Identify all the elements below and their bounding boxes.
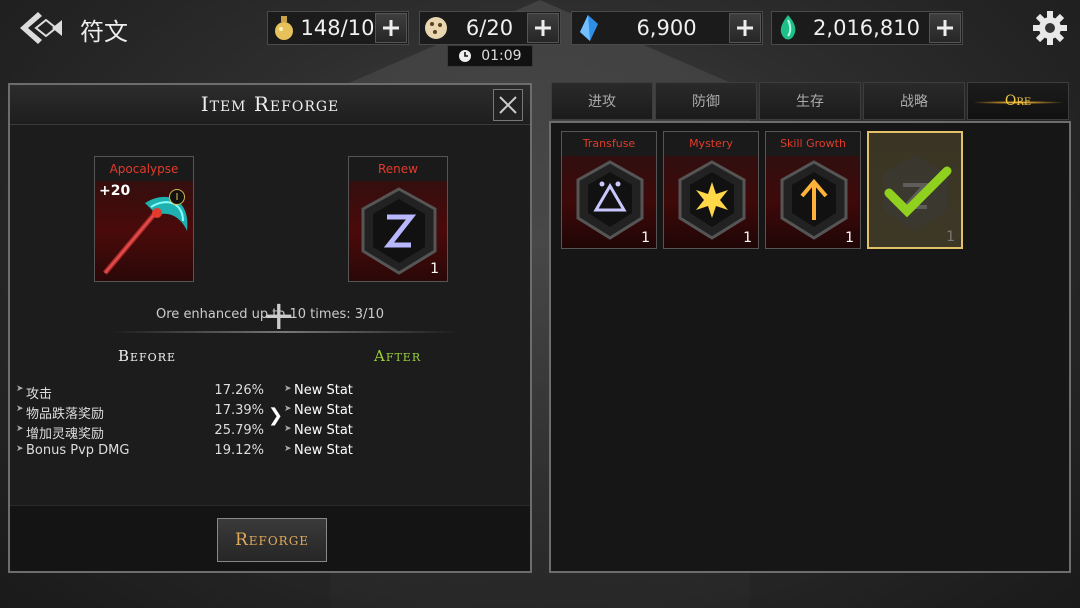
- ore-card-count: 1: [845, 230, 854, 246]
- potion-value: 148/10: [300, 16, 375, 40]
- add-blue-crystal-button[interactable]: [729, 13, 761, 43]
- refresh-timer: 01:09: [447, 45, 533, 67]
- bullet-icon: ➤: [284, 444, 292, 454]
- add-green-gem-button[interactable]: [929, 13, 961, 43]
- stat-after: New Stat: [294, 383, 353, 398]
- top-bar: 符文 148/10 6/20 6,900 2,016,810 01:09: [0, 0, 1080, 67]
- ore-card-count: 1: [641, 230, 650, 246]
- potion-resource: 148/10: [267, 11, 409, 45]
- stat-name: 物品跌落奖励: [26, 407, 105, 422]
- bullet-icon: ➤: [284, 384, 292, 394]
- green-gem-value: 2,016,810: [813, 16, 920, 40]
- stat-value: 17.39%: [214, 403, 264, 418]
- before-header: Before: [118, 347, 177, 365]
- ore-slot[interactable]: Renew 1: [348, 156, 448, 282]
- blue-crystal-icon: [572, 12, 604, 44]
- item-name: Apocalypse: [95, 157, 193, 181]
- stat-row: ➤ 攻击 17.26% ➤ New Stat: [14, 381, 514, 402]
- stat-name: 攻击: [26, 387, 53, 402]
- stats-list: ➤ 攻击 17.26% ➤ New Stat ➤ 物品跌落奖励 17.39% ➤…: [14, 381, 514, 461]
- bullet-icon: ➤: [16, 444, 24, 454]
- bullet-icon: ➤: [16, 404, 24, 414]
- stat-row: ➤ 物品跌落奖励 17.39% ➤ New Stat: [14, 401, 514, 422]
- panel-title: Item Reforge: [200, 92, 340, 116]
- tab-strategy[interactable]: 战略: [863, 82, 965, 120]
- clock-icon: [459, 50, 472, 62]
- tab-ore[interactable]: Ore: [967, 82, 1069, 120]
- ore-card-count: 1: [743, 230, 752, 246]
- dice-resource: 6/20: [419, 11, 561, 45]
- category-tabs: 进攻 防御 生存 战略 Ore: [551, 82, 1071, 120]
- ore-card-mystery[interactable]: Mystery 1: [663, 131, 759, 249]
- plus-icon: [937, 20, 953, 36]
- stat-value: 25.79%: [214, 423, 264, 438]
- add-dice-button[interactable]: [527, 13, 559, 43]
- bullet-icon: ➤: [284, 424, 292, 434]
- bullet-icon: ➤: [16, 384, 24, 394]
- after-header: After: [374, 347, 422, 365]
- item-slot[interactable]: Apocalypse +20 I: [94, 156, 194, 282]
- item-reforge-panel: Item Reforge Apocalypse +20 I + Renew 1 …: [8, 83, 532, 573]
- dice-value: 6/20: [465, 16, 514, 40]
- ore-card-count: 1: [946, 229, 955, 245]
- stat-value: 17.26%: [214, 383, 264, 398]
- ore-count: 1: [430, 261, 439, 277]
- reforge-button[interactable]: Reforge: [217, 518, 327, 562]
- ore-name: Renew: [349, 157, 447, 181]
- gear-icon: [1033, 11, 1067, 45]
- ore-card-transfuse[interactable]: Transfuse 1: [561, 131, 657, 249]
- plus-icon: [535, 20, 551, 36]
- tab-offense[interactable]: 进攻: [551, 82, 653, 120]
- stat-name: 增加灵魂奖励: [26, 427, 105, 442]
- ore-card-name: Skill Growth: [766, 132, 860, 156]
- bullet-icon: ➤: [284, 404, 292, 414]
- tab-defense[interactable]: 防御: [655, 82, 757, 120]
- chevron-right-icon: ❯: [268, 405, 284, 426]
- add-potion-button[interactable]: [375, 13, 407, 43]
- close-icon: [499, 96, 517, 114]
- settings-button[interactable]: [1030, 8, 1070, 48]
- tab-survival[interactable]: 生存: [759, 82, 861, 120]
- timer-value: 01:09: [481, 48, 522, 64]
- panel-header: Item Reforge: [10, 85, 530, 125]
- renew-rune-icon: [869, 141, 961, 233]
- item-tier-badge: I: [169, 189, 185, 205]
- potion-icon: [268, 12, 300, 44]
- ore-card-name: Transfuse: [562, 132, 656, 156]
- green-gem-icon: [772, 12, 804, 44]
- bullet-icon: ➤: [16, 424, 24, 434]
- stat-after: New Stat: [294, 423, 353, 438]
- item-level: +20: [99, 183, 131, 199]
- close-button[interactable]: [493, 89, 523, 121]
- plus-icon: [737, 20, 753, 36]
- enhance-info: Ore enhanced up to 10 times: 3/10: [156, 307, 384, 322]
- green-gem-resource: 2,016,810: [771, 11, 963, 45]
- page-title: 符文: [80, 18, 128, 46]
- panel-footer: Reforge: [10, 505, 530, 571]
- blue-crystal-resource: 6,900: [571, 11, 763, 45]
- ore-card-skill-growth[interactable]: Skill Growth 1: [765, 131, 861, 249]
- plus-icon: [383, 20, 399, 36]
- ore-card-name: Mystery: [664, 132, 758, 156]
- ore-card-renew[interactable]: 1: [867, 131, 963, 249]
- back-icon: [20, 12, 62, 44]
- divider: [110, 331, 460, 333]
- stat-after: New Stat: [294, 403, 353, 418]
- stat-name: Bonus Pvp DMG: [26, 443, 130, 458]
- stat-value: 19.12%: [214, 443, 264, 458]
- stat-row: ➤ 增加灵魂奖励 25.79% ➤ New Stat: [14, 421, 514, 442]
- ore-inventory-panel: Transfuse 1 Mystery 1 Skill Growth 1 1: [549, 121, 1071, 573]
- stat-row: ➤ Bonus Pvp DMG 19.12% ➤ New Stat: [14, 441, 514, 461]
- stat-after: New Stat: [294, 443, 353, 458]
- blue-crystal-value: 6,900: [636, 16, 697, 40]
- back-button[interactable]: [16, 8, 64, 48]
- dice-icon: [420, 12, 452, 44]
